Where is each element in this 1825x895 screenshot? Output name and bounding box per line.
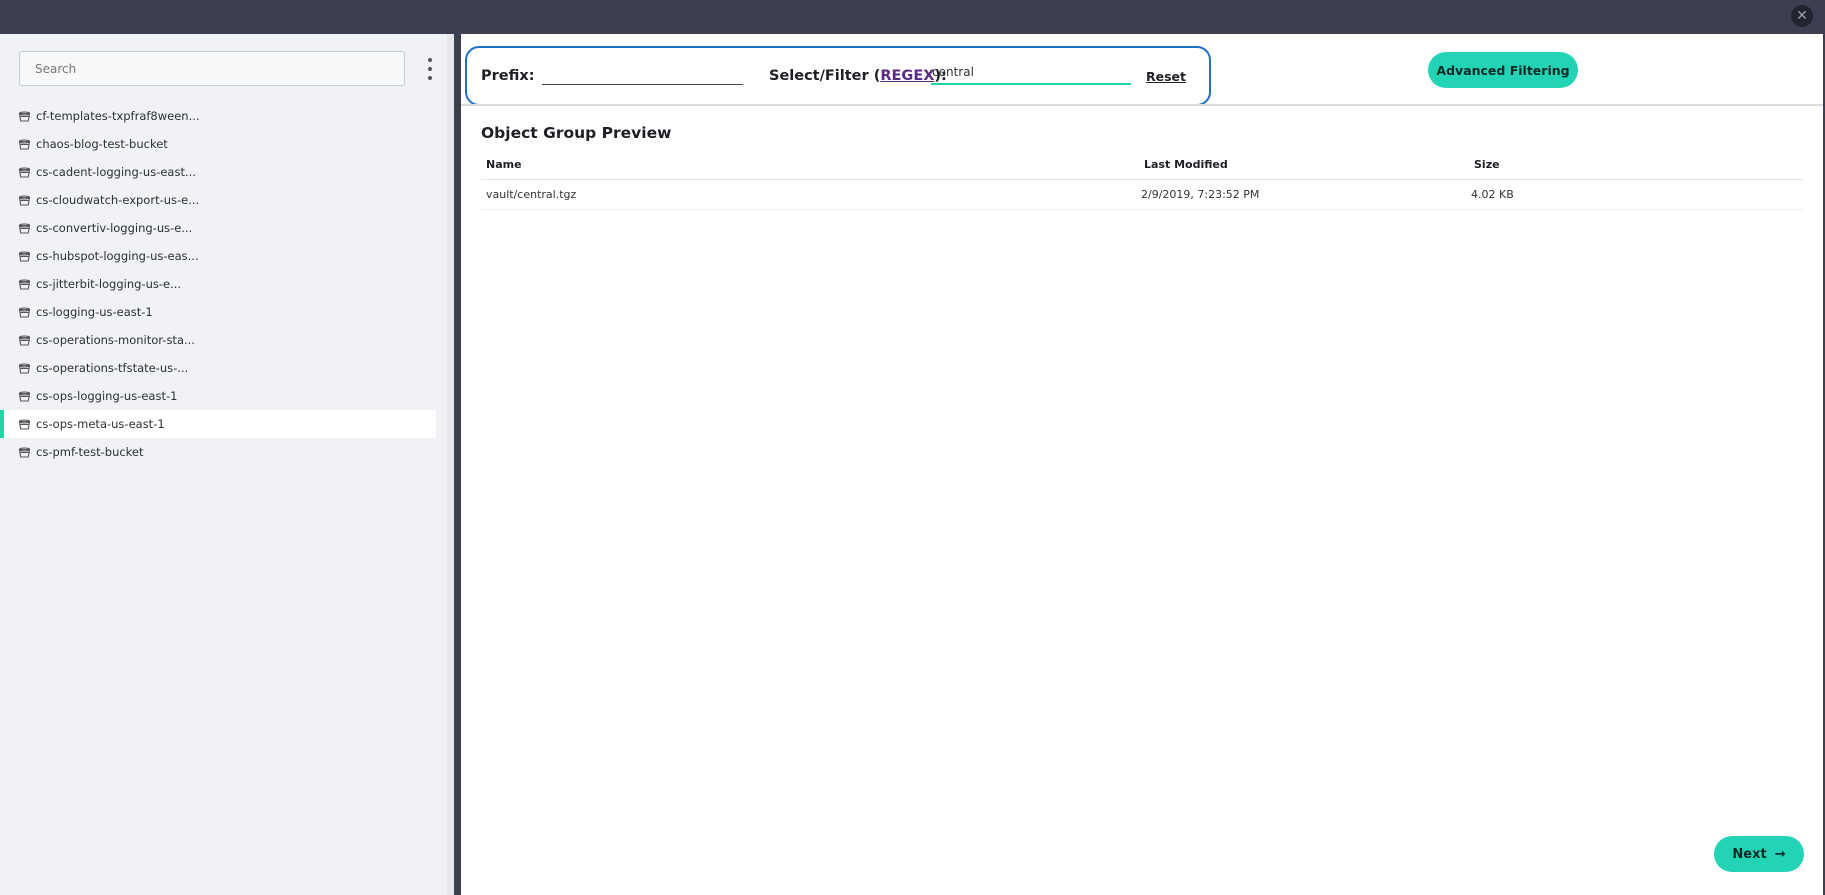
bucket-name: cs-convertiv-logging-us-e...: [36, 221, 193, 235]
modal-title-bar: ✕: [0, 0, 1825, 34]
column-header-size: Size: [1474, 158, 1500, 171]
bucket-list-item[interactable]: cs-convertiv-logging-us-e...: [0, 214, 436, 242]
bucket-name: cs-ops-meta-us-east-1: [36, 417, 165, 431]
bucket-icon: [18, 306, 31, 319]
bucket-icon: [18, 194, 31, 207]
bucket-icon: [18, 138, 31, 151]
arrow-right-icon: →: [1774, 846, 1786, 862]
bucket-icon: [18, 166, 31, 179]
bucket-name: chaos-blog-test-bucket: [36, 137, 168, 151]
dot: [428, 76, 432, 80]
bucket-list-item[interactable]: cf-templates-txpfraf8ween...: [0, 102, 436, 130]
next-button-label: Next: [1732, 846, 1767, 862]
search-box: [19, 51, 405, 86]
dot: [428, 58, 432, 62]
search-input[interactable]: [20, 52, 404, 85]
bucket-icon: [18, 446, 31, 459]
bucket-icon: [18, 362, 31, 375]
bucket-name: cs-operations-monitor-sta...: [36, 333, 195, 347]
bucket-name: cs-operations-tfstate-us-...: [36, 361, 189, 375]
divider: [461, 104, 1825, 106]
bucket-list-item[interactable]: cs-operations-tfstate-us-...: [0, 354, 436, 382]
bucket-list-item[interactable]: cs-hubspot-logging-us-eas...: [0, 242, 436, 270]
bucket-list: cf-templates-txpfraf8ween... chaos-blog-t…: [0, 102, 436, 466]
object-preview-table: Name Last Modified Size vault/central.tg…: [481, 150, 1803, 210]
advanced-filtering-button[interactable]: Advanced Filtering: [1428, 52, 1578, 88]
bucket-icon: [18, 418, 31, 431]
bucket-name: cs-hubspot-logging-us-eas...: [36, 249, 199, 263]
column-header-last-modified: Last Modified: [1144, 158, 1228, 171]
bucket-name: cs-jitterbit-logging-us-e...: [36, 277, 182, 291]
bucket-name: cs-cadent-logging-us-east...: [36, 165, 196, 179]
bucket-icon: [18, 222, 31, 235]
bucket-list-item[interactable]: cs-cadent-logging-us-east...: [0, 158, 436, 186]
table-row[interactable]: vault/central.tgz 2/9/2019, 7:23:52 PM 4…: [481, 180, 1803, 210]
column-header-name: Name: [486, 158, 522, 171]
prefix-input[interactable]: [542, 61, 743, 85]
regex-filter-input[interactable]: [931, 61, 1131, 85]
bucket-list-item[interactable]: cs-jitterbit-logging-us-e...: [0, 270, 436, 298]
dot: [428, 67, 432, 71]
bucket-icon: [18, 110, 31, 123]
bucket-list-item[interactable]: cs-cloudwatch-export-us-e...: [0, 186, 436, 214]
next-button[interactable]: Next →: [1714, 836, 1804, 872]
bucket-list-item[interactable]: cs-ops-meta-us-east-1: [0, 410, 436, 438]
more-options-icon[interactable]: [425, 58, 435, 80]
bucket-list-item[interactable]: cs-logging-us-east-1: [0, 298, 436, 326]
select-filter-label-text: Select/Filter (: [769, 68, 881, 84]
select-filter-label: Select/Filter (REGEX):: [769, 68, 947, 84]
table-header: Name Last Modified Size: [481, 150, 1803, 180]
close-icon[interactable]: ✕: [1791, 5, 1813, 27]
bucket-name: cs-cloudwatch-export-us-e...: [36, 193, 200, 207]
bucket-list-item[interactable]: cs-ops-logging-us-east-1: [0, 382, 436, 410]
bucket-icon: [18, 250, 31, 263]
bucket-list-item[interactable]: chaos-blog-test-bucket: [0, 130, 436, 158]
preview-title: Object Group Preview: [481, 124, 672, 142]
object-name: vault/central.tgz: [486, 188, 577, 201]
regex-link[interactable]: REGEX: [880, 68, 934, 84]
prefix-label: Prefix:: [481, 68, 535, 84]
filter-bar: Prefix: Select/Filter (REGEX): Reset: [465, 46, 1211, 106]
bucket-name: cf-templates-txpfraf8ween...: [36, 109, 200, 123]
reset-link[interactable]: Reset: [1146, 69, 1186, 84]
bucket-icon: [18, 278, 31, 291]
bucket-list-item[interactable]: cs-operations-monitor-sta...: [0, 326, 436, 354]
bucket-list-item[interactable]: cs-pmf-test-bucket: [0, 438, 436, 466]
bucket-name: cs-logging-us-east-1: [36, 305, 153, 319]
object-last-modified: 2/9/2019, 7:23:52 PM: [1141, 188, 1260, 201]
bucket-sidebar: cf-templates-txpfraf8ween... chaos-blog-t…: [0, 34, 454, 895]
bucket-name: cs-ops-logging-us-east-1: [36, 389, 178, 403]
bucket-icon: [18, 334, 31, 347]
main-panel: Prefix: Select/Filter (REGEX): Reset Adv…: [461, 34, 1825, 895]
object-size: 4.02 KB: [1471, 188, 1514, 201]
bucket-name: cs-pmf-test-bucket: [36, 445, 144, 459]
bucket-icon: [18, 390, 31, 403]
